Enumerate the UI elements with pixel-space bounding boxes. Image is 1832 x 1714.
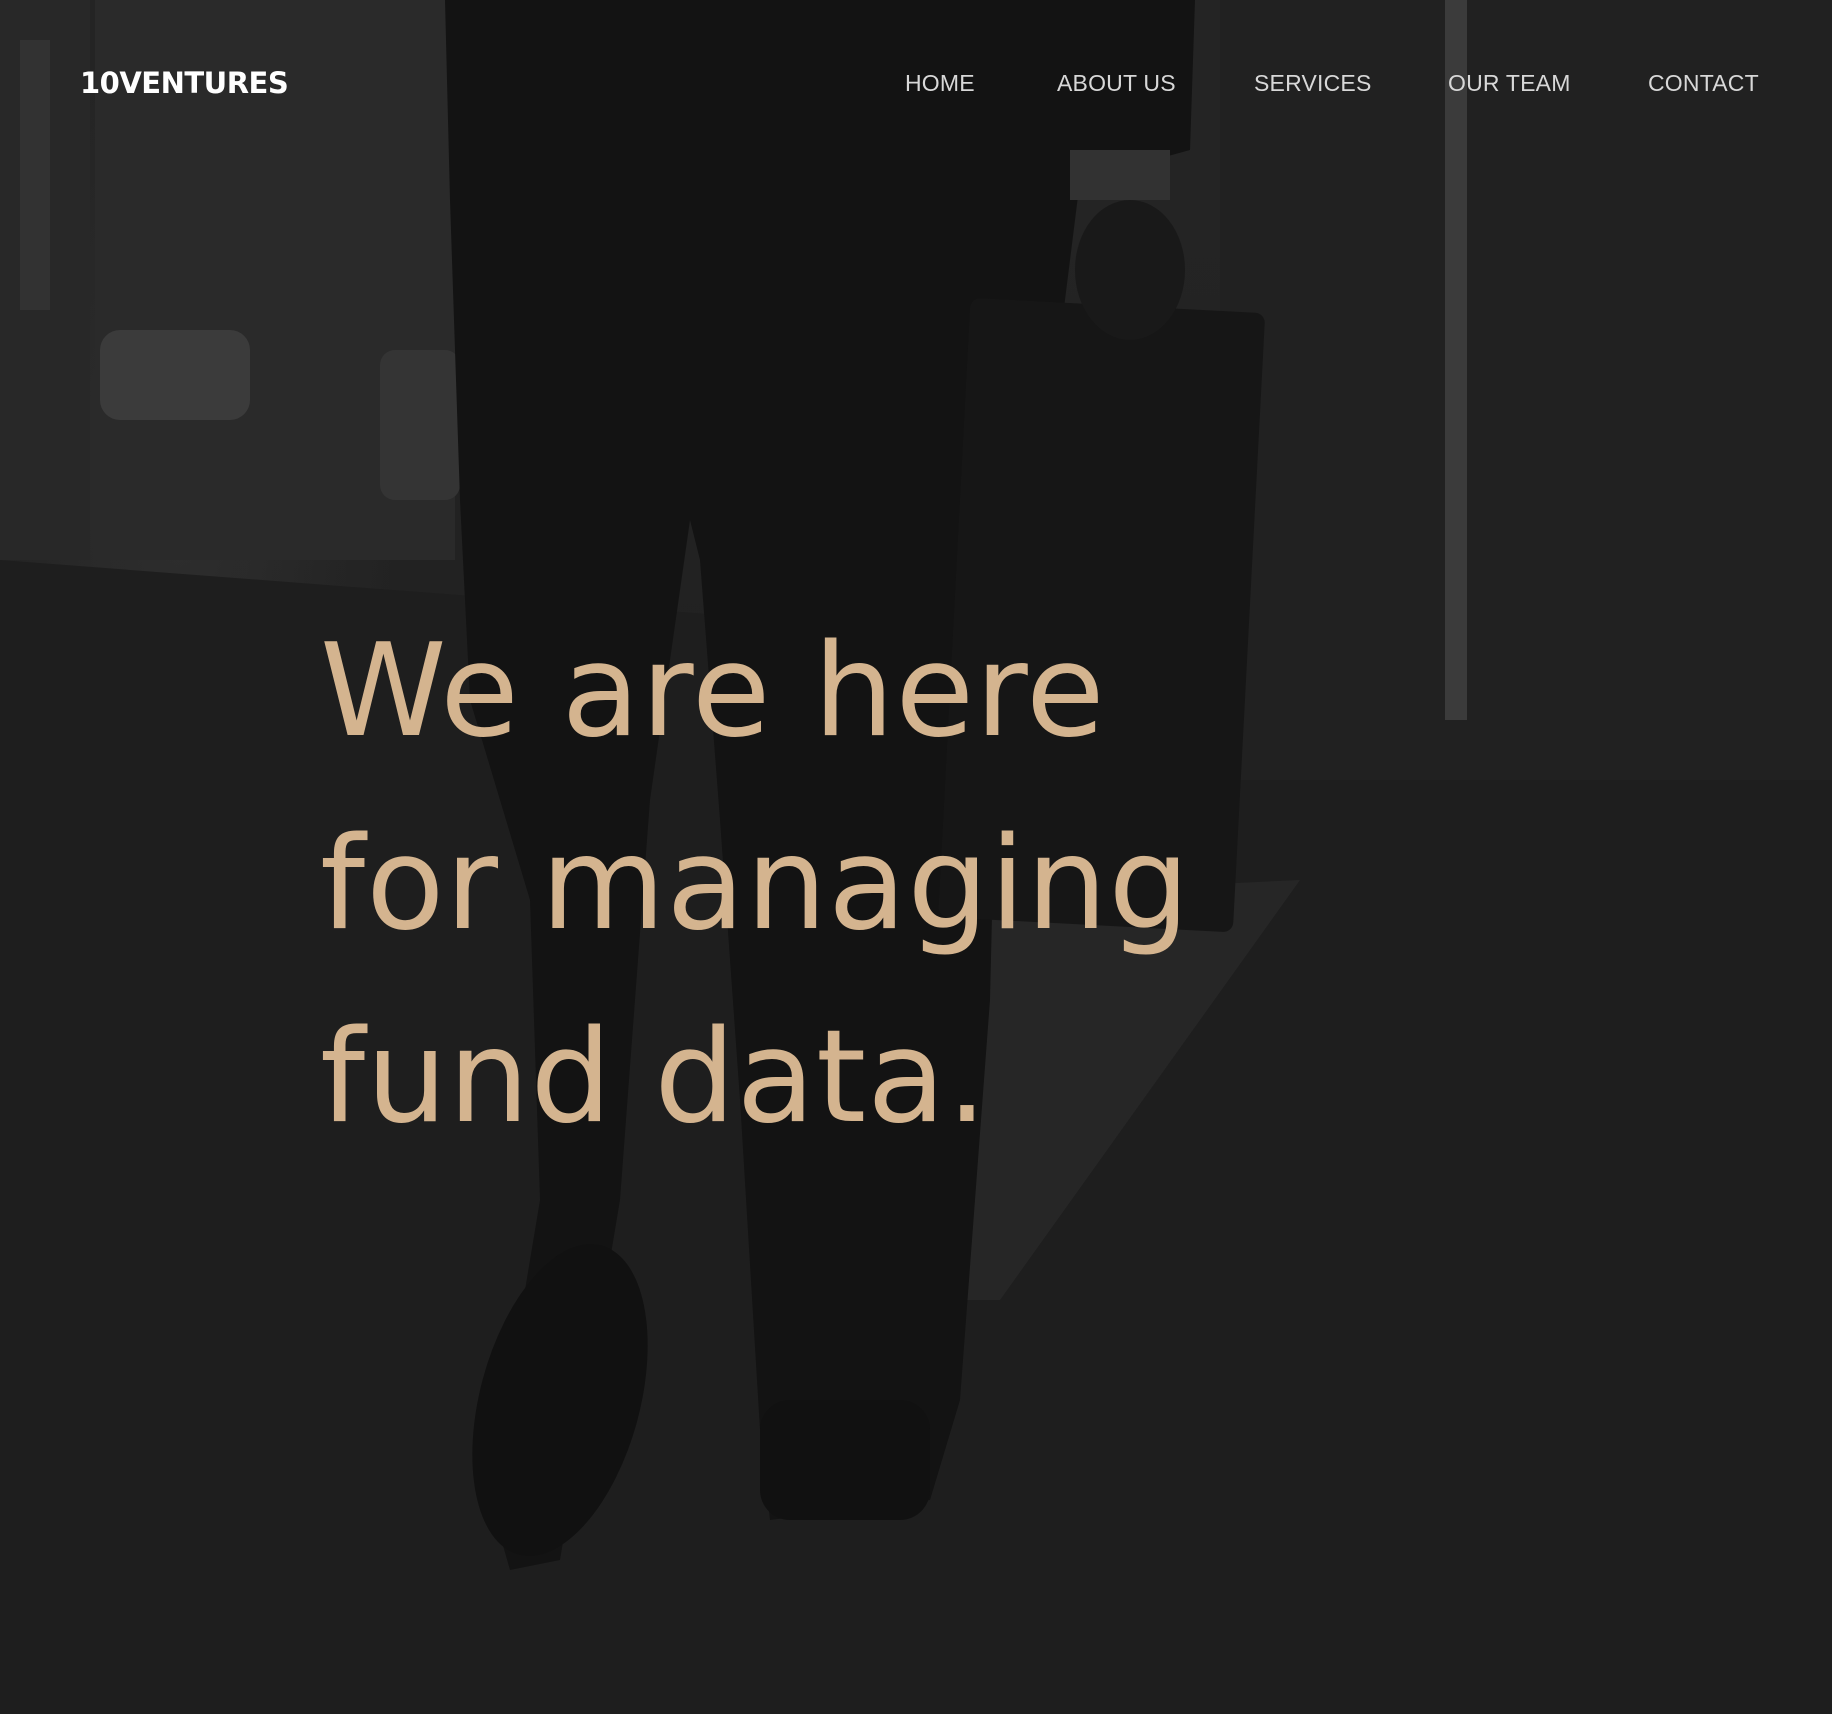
nav-link-home[interactable]: HOME [905,70,975,97]
nav-link-about-us[interactable]: ABOUT US [1057,70,1176,97]
nav-link-our-team[interactable]: OUR TEAM [1448,70,1571,97]
main-nav: HOME ABOUT US SERVICES OUR TEAM CONTACT [0,70,1832,100]
hero-headline: We are here for managing fund data. [320,617,1191,1152]
hero-section: 10VENTURES HOME ABOUT US SERVICES OUR TE… [0,0,1832,1714]
nav-link-services[interactable]: SERVICES [1254,70,1372,97]
nav-link-contact[interactable]: CONTACT [1648,70,1759,97]
